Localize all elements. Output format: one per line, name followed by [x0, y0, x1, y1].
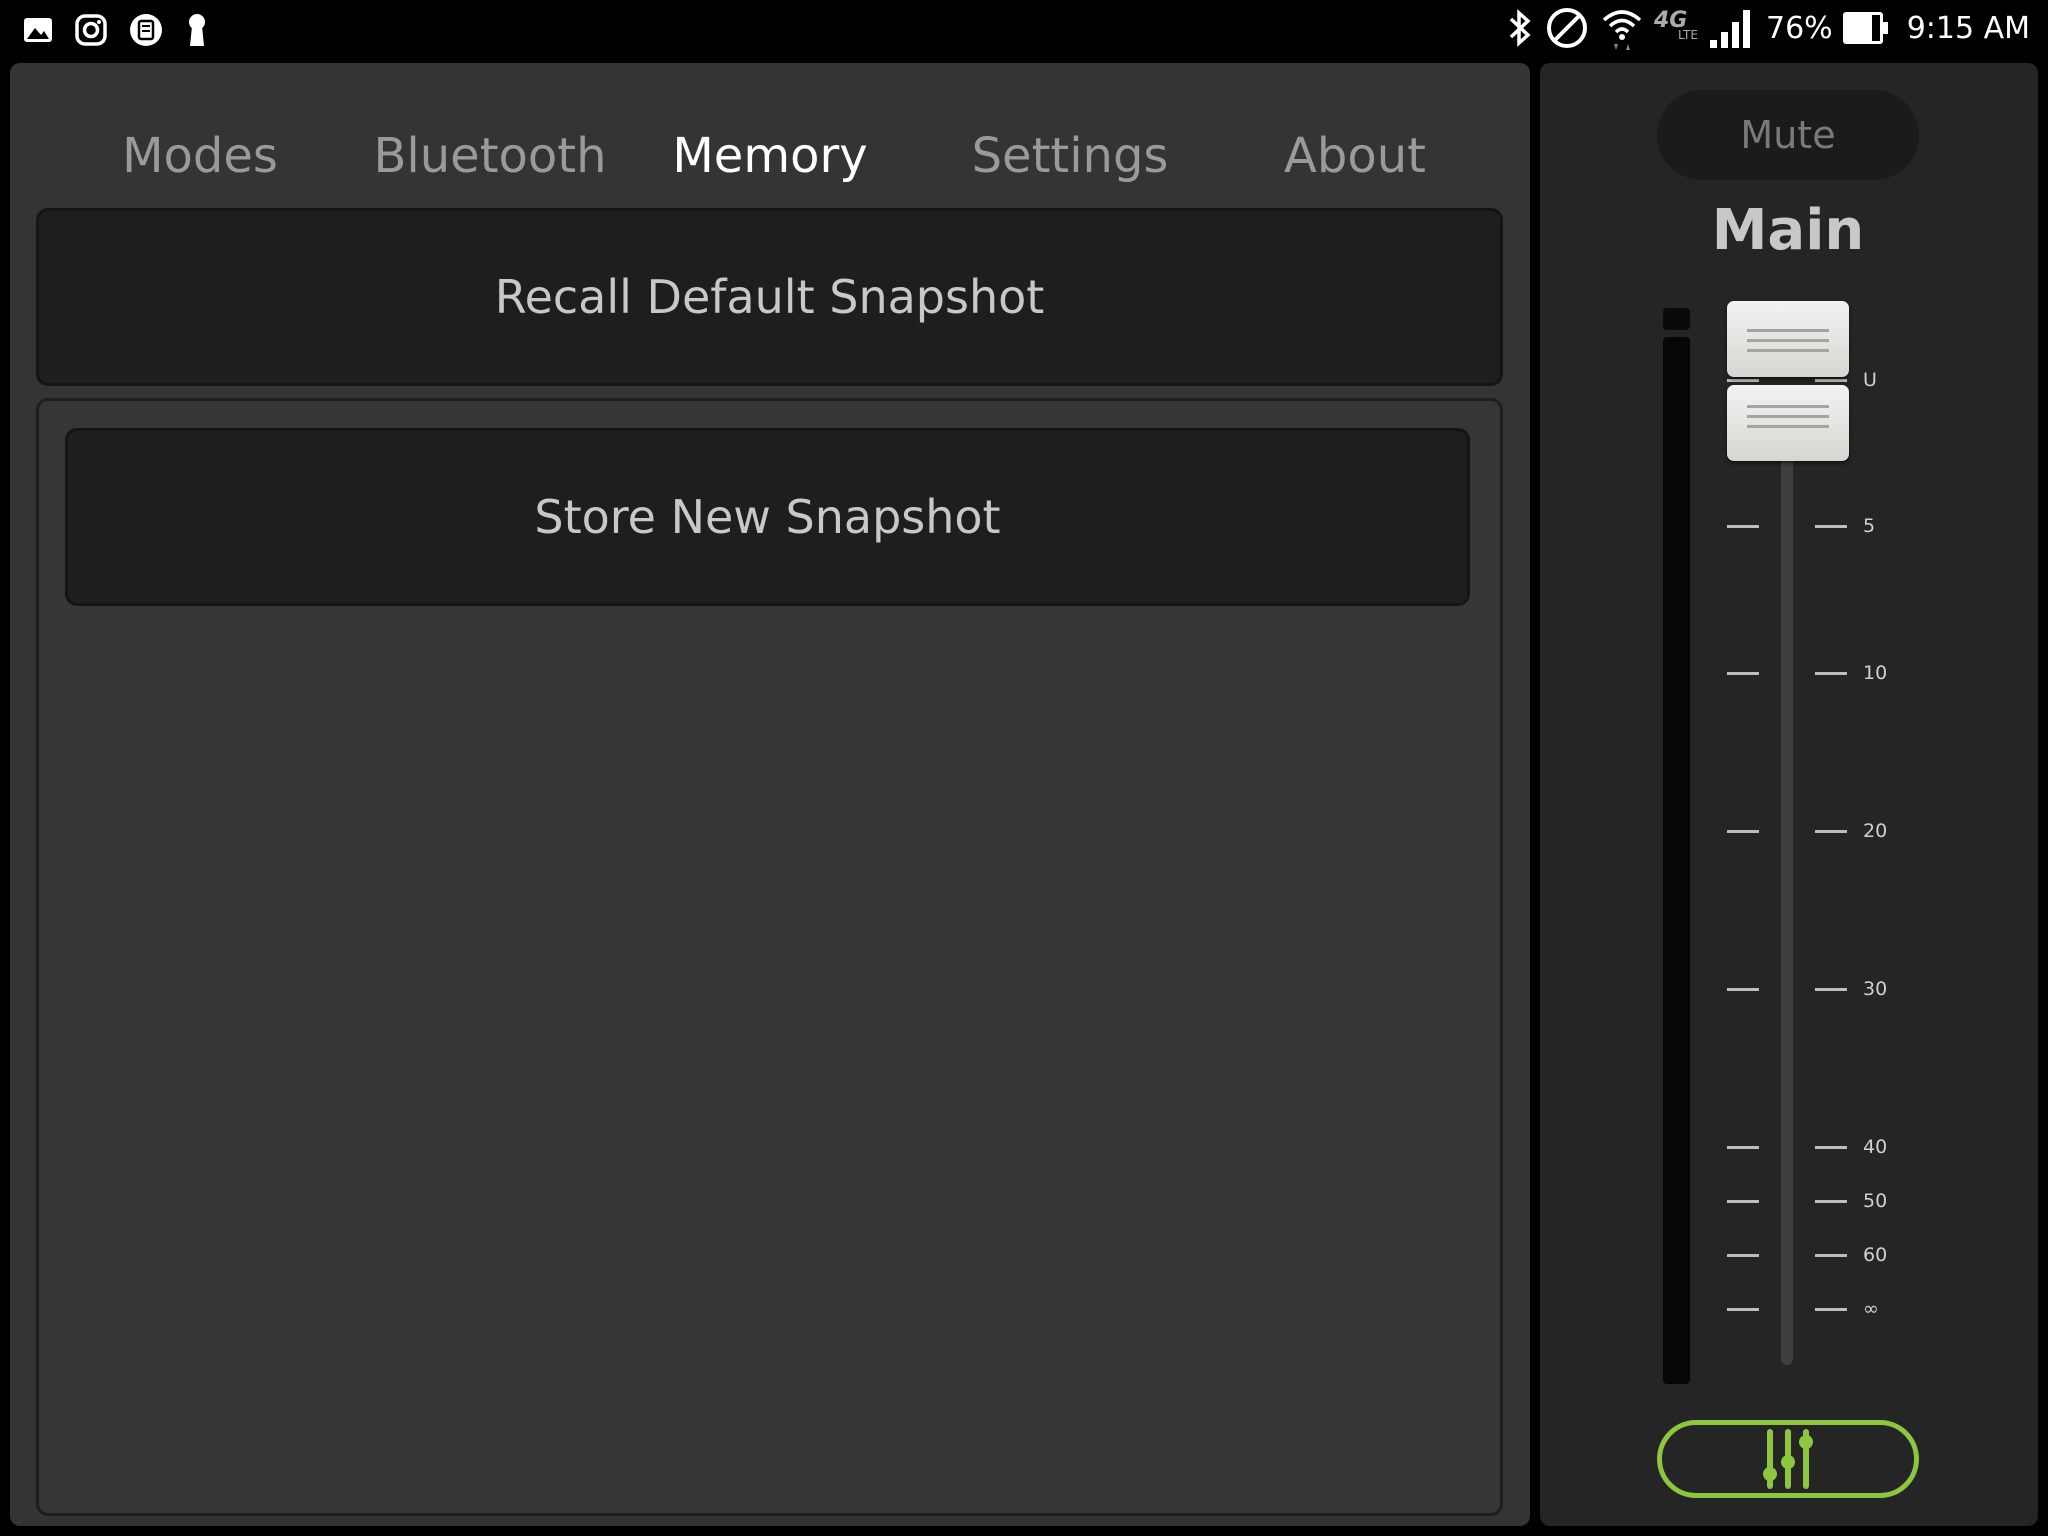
instagram-icon — [75, 14, 107, 46]
scale-tick-right — [1815, 1146, 1847, 1149]
tab-about[interactable]: About — [1255, 121, 1455, 191]
scale-label: ∞ — [1863, 1298, 1879, 1320]
mute-button[interactable]: Mute — [1657, 90, 1919, 180]
status-bar: 4G LTE 76% 9:15 AM — [0, 0, 2048, 60]
scale-tick-right — [1815, 1254, 1847, 1257]
level-meter-clip-indicator — [1663, 308, 1690, 330]
do-not-disturb-icon — [1547, 8, 1587, 48]
store-new-snapshot-button[interactable]: Store New Snapshot — [65, 428, 1470, 606]
battery-icon — [1842, 12, 1889, 44]
tab-settings[interactable]: Settings — [960, 121, 1180, 191]
scale-tick-left — [1727, 672, 1759, 675]
scale-tick-left — [1727, 1308, 1759, 1311]
tab-bluetooth[interactable]: Bluetooth — [365, 121, 615, 191]
scale-label: 20 — [1863, 820, 1888, 842]
scale-tick-left — [1727, 988, 1759, 991]
clock: 9:15 AM — [1906, 10, 2030, 46]
tab-memory[interactable]: Memory — [670, 121, 870, 191]
scale-label: 50 — [1863, 1190, 1888, 1212]
network-sub-label: LTE — [1678, 28, 1698, 42]
mixer-sliders-icon — [1763, 1429, 1813, 1489]
tab-bar: Modes Bluetooth Memory Settings About — [10, 63, 1530, 184]
recall-default-snapshot-button[interactable]: Recall Default Snapshot — [36, 208, 1503, 386]
keyhole-icon — [189, 14, 205, 46]
scale-tick-left — [1727, 1146, 1759, 1149]
scale-tick-right — [1815, 830, 1847, 833]
snapshot-list-panel: Store New Snapshot — [36, 398, 1503, 1516]
scale-tick-right — [1815, 988, 1847, 991]
scale-tick-left — [1727, 525, 1759, 528]
scale-label: 30 — [1863, 978, 1888, 1000]
tab-modes[interactable]: Modes — [110, 121, 290, 191]
scale-label: 10 — [1863, 662, 1888, 684]
fader-knob-ghost — [1727, 301, 1849, 377]
bluetooth-icon — [1509, 9, 1531, 47]
scale-tick-right — [1815, 1200, 1847, 1203]
scale-label: 60 — [1863, 1244, 1888, 1266]
fader-panel: Mute Main U 5 10 20 30 40 50 60 ∞ — [1540, 63, 2038, 1526]
status-bar-left — [22, 8, 210, 52]
scale-tick-left — [1727, 1254, 1759, 1257]
signal-strength-icon — [1710, 10, 1750, 48]
gallery-icon — [24, 18, 52, 42]
mixer-view-button[interactable] — [1657, 1420, 1919, 1498]
scale-label: 5 — [1863, 515, 1876, 537]
level-meter — [1663, 337, 1690, 1384]
scale-tick-right — [1815, 1308, 1847, 1311]
app-icon — [130, 14, 162, 46]
main-panel: Modes Bluetooth Memory Settings About Re… — [10, 63, 1530, 1526]
wifi-icon — [1602, 10, 1642, 50]
scale-tick-right — [1815, 379, 1847, 382]
network-type-indicator: 4G LTE — [1654, 6, 1698, 50]
scale-label: 40 — [1863, 1136, 1888, 1158]
scale-tick-right — [1815, 525, 1847, 528]
scale-label: U — [1863, 369, 1877, 391]
channel-name: Main — [1711, 198, 1865, 263]
status-bar-right: 4G LTE 76% 9:15 AM — [1506, 0, 2030, 56]
scale-tick-left — [1727, 1200, 1759, 1203]
battery-percent: 76% — [1766, 10, 1833, 46]
scale-tick-left — [1727, 830, 1759, 833]
scale-tick-left — [1727, 379, 1759, 382]
fader-knob[interactable] — [1727, 385, 1849, 461]
scale-tick-right — [1815, 672, 1847, 675]
fader-track[interactable] — [1781, 443, 1793, 1365]
